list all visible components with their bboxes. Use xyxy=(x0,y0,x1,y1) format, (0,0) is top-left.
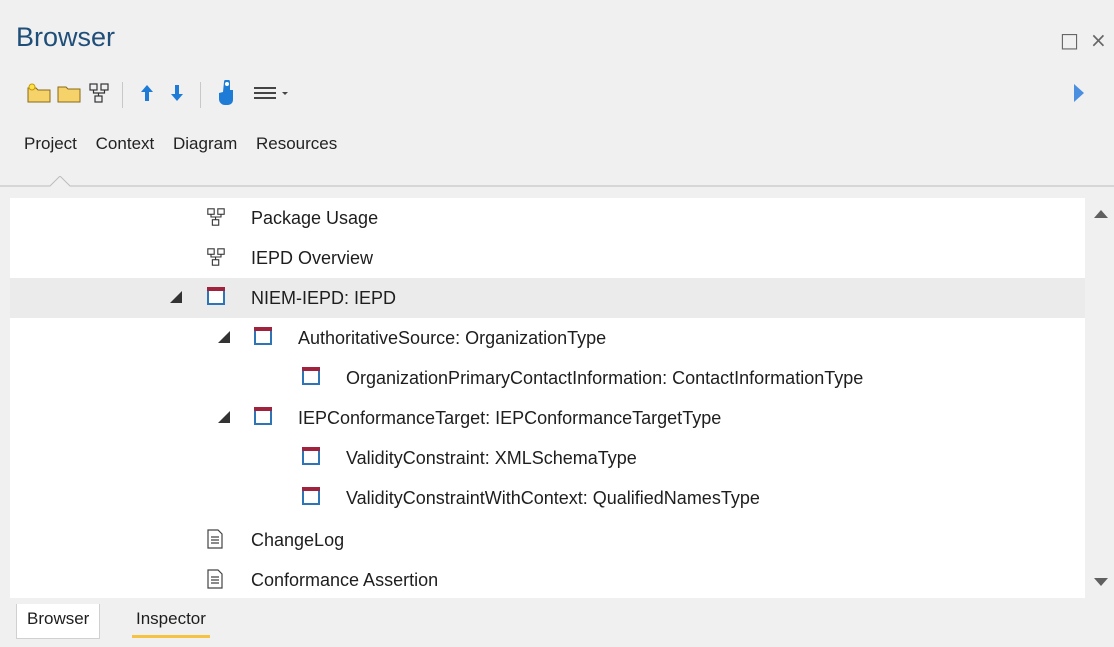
bottom-tab-bar: Browser Inspector xyxy=(0,600,1114,647)
class-icon xyxy=(254,407,272,425)
collapse-arrow-icon[interactable] xyxy=(170,291,182,303)
document-icon xyxy=(207,529,225,549)
folder-icon[interactable] xyxy=(54,78,84,108)
tree-item[interactable]: Conformance Assertion xyxy=(10,560,1085,598)
toolbar xyxy=(24,78,1104,112)
tab-indicator xyxy=(0,176,1114,187)
tab-inspector[interactable]: Inspector xyxy=(132,604,210,638)
move-down-icon[interactable] xyxy=(162,78,192,108)
project-tree[interactable]: Package Usage IEPD Overview NIEM-IEPD: I… xyxy=(10,198,1085,598)
tree-item[interactable]: NIEM-IEPD: IEPD xyxy=(10,278,1085,318)
hand-icon[interactable] xyxy=(212,78,242,108)
diagram-icon xyxy=(206,247,225,266)
tab-inspector-underline xyxy=(132,635,210,638)
vertical-scrollbar[interactable] xyxy=(1085,198,1114,598)
tab-diagram[interactable]: Diagram xyxy=(173,134,237,153)
tree-item-label: IEPD Overview xyxy=(251,248,374,268)
toolbar-separator xyxy=(122,82,123,108)
maximize-button[interactable]: □ xyxy=(1060,30,1079,50)
tree-item[interactable]: ValidityConstraintWithContext: Qualified… xyxy=(10,478,1085,518)
scroll-down-icon[interactable] xyxy=(1094,578,1108,586)
expand-right-icon[interactable] xyxy=(1064,78,1094,108)
document-icon xyxy=(207,569,225,589)
tree-item[interactable]: IEPD Overview xyxy=(10,238,1085,278)
collapse-arrow-icon[interactable] xyxy=(218,331,230,343)
new-package-icon[interactable] xyxy=(24,78,54,108)
diagram-icon xyxy=(206,207,225,226)
tree-item-label: ValidityConstraintWithContext: Qualified… xyxy=(346,488,760,508)
menu-icon[interactable] xyxy=(250,78,294,108)
tab-resources[interactable]: Resources xyxy=(256,134,337,153)
scroll-up-icon[interactable] xyxy=(1094,210,1108,218)
tree-item-label: Conformance Assertion xyxy=(251,570,439,590)
class-icon xyxy=(302,447,320,465)
collapse-arrow-icon[interactable] xyxy=(218,411,230,423)
panel-title: Browser xyxy=(16,22,116,52)
tree-item-label: ChangeLog xyxy=(251,530,345,550)
move-up-icon[interactable] xyxy=(132,78,162,108)
tree-item[interactable]: OrganizationPrimaryContactInformation: C… xyxy=(10,358,1085,398)
class-icon xyxy=(207,287,225,305)
tree-item[interactable]: ValidityConstraint: XMLSchemaType xyxy=(10,438,1085,478)
tree-item-label: NIEM-IEPD: IEPD xyxy=(251,288,397,308)
tree-item[interactable]: AuthoritativeSource: OrganizationType xyxy=(10,318,1085,358)
view-tabs: Project Context Diagram Resources xyxy=(24,134,351,154)
tree-item-label: OrganizationPrimaryContactInformation: C… xyxy=(346,368,864,388)
class-icon xyxy=(254,327,272,345)
close-button[interactable]: × xyxy=(1090,30,1107,50)
tree-item[interactable]: Package Usage xyxy=(10,198,1085,238)
tree-item-label: ValidityConstraint: XMLSchemaType xyxy=(346,448,637,468)
toolbar-separator xyxy=(200,82,201,108)
tree-item-label: AuthoritativeSource: OrganizationType xyxy=(298,328,607,348)
tab-context[interactable]: Context xyxy=(96,134,155,153)
tree-item[interactable]: IEPConformanceTarget: IEPConformanceTarg… xyxy=(10,398,1085,438)
tree-item-label: IEPConformanceTarget: IEPConformanceTarg… xyxy=(298,408,722,428)
class-icon xyxy=(302,487,320,505)
tree-item[interactable]: ChangeLog xyxy=(10,520,1085,560)
tree-item-label: Package Usage xyxy=(251,208,379,228)
diagram-icon[interactable] xyxy=(84,78,114,108)
class-icon xyxy=(302,367,320,385)
tab-browser[interactable]: Browser xyxy=(16,604,101,639)
tab-project[interactable]: Project xyxy=(24,134,77,153)
tab-inspector-label: Inspector xyxy=(136,609,206,628)
